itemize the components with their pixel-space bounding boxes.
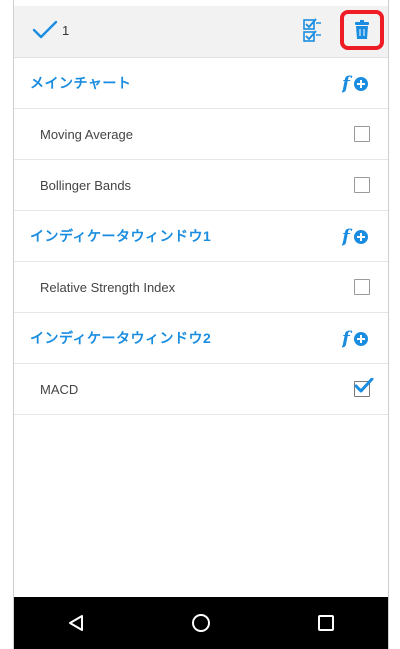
- section-title: インディケータウィンドウ2: [30, 330, 212, 346]
- indicator-list: メインチャート f Moving Average Bollinger Bands…: [14, 58, 388, 415]
- trash-icon: [355, 20, 369, 39]
- indicator-checkbox[interactable]: [354, 279, 370, 295]
- indicator-checkbox[interactable]: [354, 126, 370, 142]
- indicator-label: Bollinger Bands: [40, 177, 132, 193]
- add-function-icon[interactable]: f: [342, 225, 370, 247]
- list-item[interactable]: Bollinger Bands: [14, 160, 388, 211]
- indicator-checkbox[interactable]: [354, 378, 374, 397]
- list-item[interactable]: Relative Strength Index: [14, 262, 388, 313]
- back-icon: [69, 615, 84, 631]
- selected-count: 1: [62, 22, 70, 38]
- add-function-icon[interactable]: f: [342, 72, 370, 94]
- list-item[interactable]: Moving Average: [14, 109, 388, 160]
- home-button[interactable]: [181, 603, 221, 643]
- svg-text:f: f: [342, 73, 353, 94]
- recents-button[interactable]: [306, 603, 346, 643]
- action-toolbar: 1: [14, 6, 388, 58]
- add-function-icon[interactable]: f: [342, 327, 370, 349]
- app-frame: 1 メインチャート f Moving Average Bollinger Ban…: [13, 0, 389, 649]
- delete-button[interactable]: [340, 10, 384, 50]
- checklist-icon[interactable]: [302, 18, 324, 44]
- checkmark-icon: [354, 378, 374, 393]
- section-header-main-chart: メインチャート f: [14, 58, 388, 109]
- indicator-label: Moving Average: [40, 126, 133, 142]
- list-item[interactable]: MACD: [14, 364, 388, 415]
- indicator-checkbox[interactable]: [354, 177, 370, 193]
- back-button[interactable]: [56, 603, 96, 643]
- check-icon: [32, 20, 58, 39]
- section-title: インディケータウィンドウ1: [30, 228, 212, 244]
- svg-text:f: f: [342, 226, 353, 247]
- section-header-indicator-window-1: インディケータウィンドウ1 f: [14, 211, 388, 262]
- recents-icon: [317, 615, 334, 631]
- system-nav-bar: [14, 597, 388, 649]
- selection-indicator: 1: [32, 19, 69, 41]
- svg-text:f: f: [342, 328, 353, 349]
- section-header-indicator-window-2: インディケータウィンドウ2 f: [14, 313, 388, 364]
- indicator-label: MACD: [40, 381, 79, 397]
- home-icon: [191, 614, 210, 632]
- section-title: メインチャート: [30, 75, 132, 91]
- indicator-label: Relative Strength Index: [40, 279, 176, 295]
